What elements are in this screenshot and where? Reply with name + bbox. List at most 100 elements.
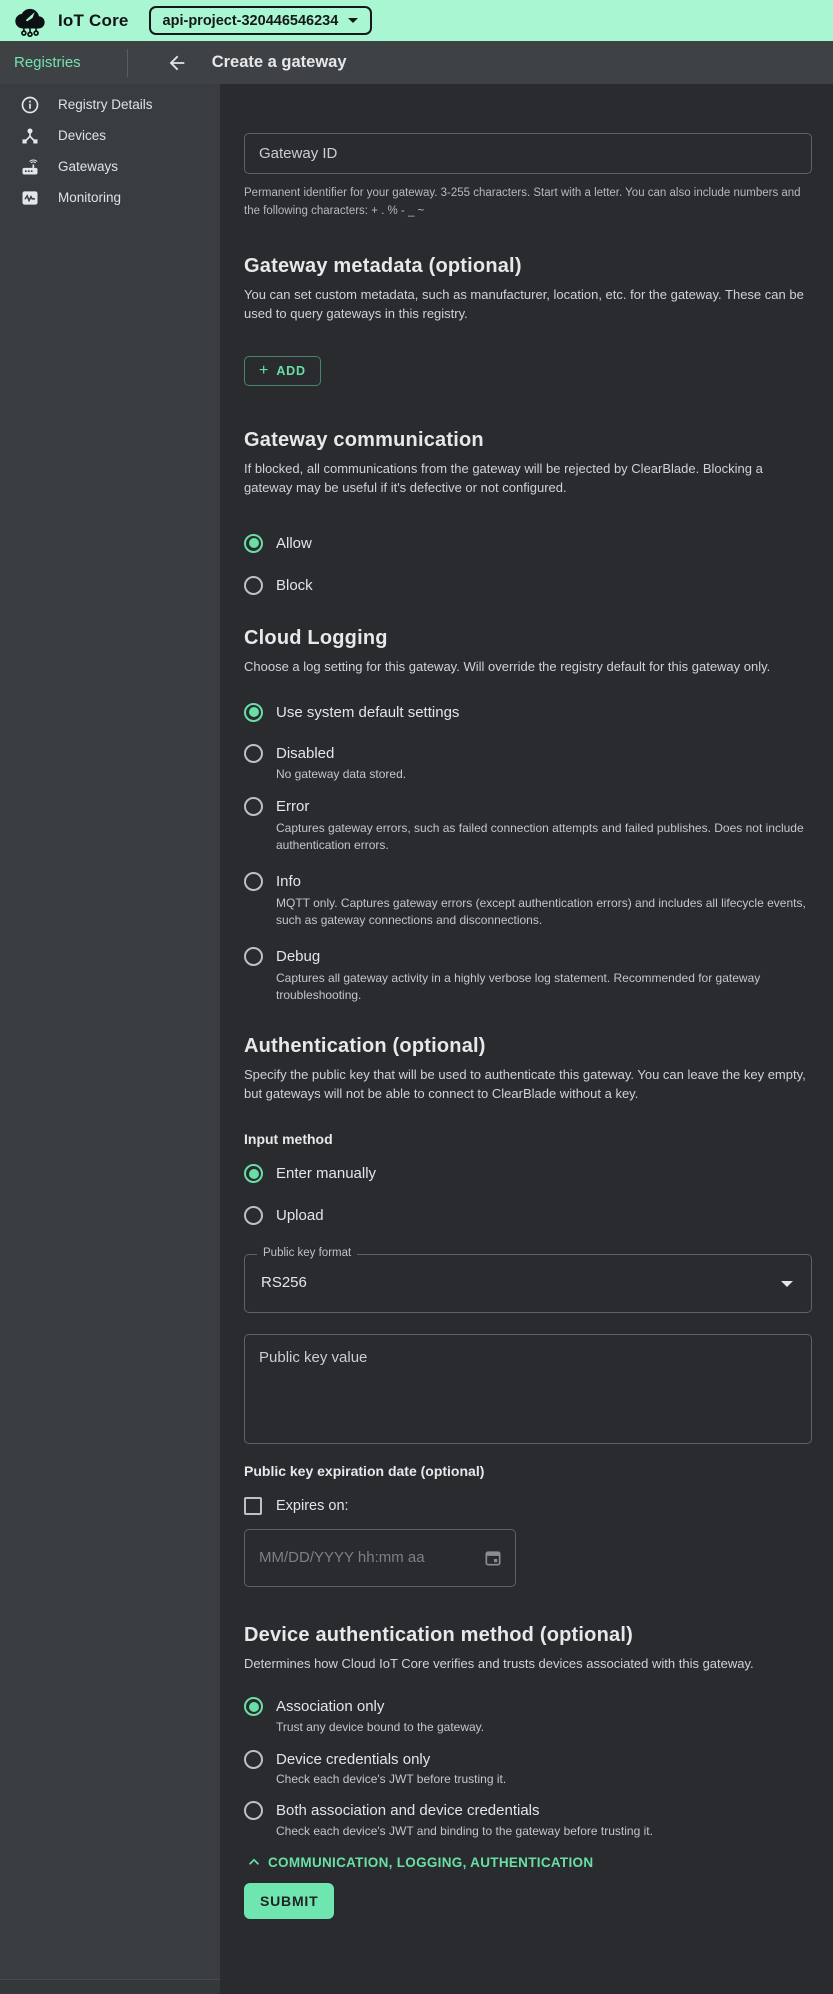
sidebar-item-registry-details[interactable]: Registry Details [0,89,220,120]
public-key-value-textarea[interactable] [244,1334,812,1444]
radio-unselected-icon [244,872,263,891]
radio-description: Trust any device bound to the gateway. [244,1719,812,1737]
metadata-section-description: You can set custom metadata, such as man… [244,285,812,323]
chevron-down-icon [348,18,358,23]
communication-section-description: If blocked, all communications from the … [244,459,812,497]
radio-label: Upload [276,1207,324,1224]
expires-on-checkbox-row[interactable]: Expires on: [244,1496,812,1516]
toggle-link-label: COMMUNICATION, LOGGING, AUTHENTICATION [268,1855,593,1870]
submit-button[interactable]: SUBMIT [244,1883,334,1919]
radio-debug[interactable]: Debug [244,947,812,967]
radio-label: Association only [276,1698,384,1715]
router-icon [20,157,40,177]
radio-description: No gateway data stored. [244,766,812,784]
radio-selected-icon [244,534,263,553]
radio-unselected-icon [244,576,263,595]
sidebar-item-monitoring[interactable]: Monitoring [0,182,220,213]
radio-description: Captures gateway errors, such as failed … [244,820,812,855]
add-button-label: ADD [276,364,305,378]
radio-label: Both association and device credentials [276,1802,540,1819]
radio-use-system-default[interactable]: Use system default settings [244,702,812,722]
radio-block[interactable]: Block [244,575,812,595]
metadata-section-title: Gateway metadata (optional) [244,253,812,279]
project-selector[interactable]: api-project-320446546234 [149,6,373,35]
radio-device-credentials-only[interactable]: Device credentials only [244,1749,812,1769]
authentication-section-title: Authentication (optional) [244,1033,812,1059]
sidebar-item-label: Registry Details [58,97,153,112]
authentication-section-description: Specify the public key that will be used… [244,1065,812,1103]
radio-unselected-icon [244,1206,263,1225]
radio-selected-icon [244,1164,263,1183]
expiration-date-field[interactable] [244,1529,516,1587]
radio-both-association-and-credentials[interactable]: Both association and device credentials [244,1801,812,1821]
select-label: Public key format [257,1247,357,1259]
logging-section-title: Cloud Logging [244,625,812,651]
header-divider [127,49,128,77]
logging-section-description: Choose a log setting for this gateway. W… [244,657,812,676]
radio-enter-manually[interactable]: Enter manually [244,1164,812,1184]
radio-unselected-icon [244,1750,263,1769]
radio-error[interactable]: Error [244,797,812,817]
section-toggle-link[interactable]: COMMUNICATION, LOGGING, AUTHENTICATION [244,1852,812,1872]
radio-label: Disabled [276,745,334,762]
info-icon [20,95,40,115]
add-metadata-button[interactable]: + ADD [244,356,321,386]
radio-unselected-icon [244,1801,263,1820]
sidebar-item-label: Devices [58,128,106,143]
radio-selected-icon [244,703,263,722]
radio-label: Info [276,873,301,890]
radio-label: Error [276,798,309,815]
breadcrumb-registries[interactable]: Registries [14,54,81,71]
sidebar-item-label: Monitoring [58,190,121,205]
radio-label: Block [276,577,313,594]
iot-core-cloud-logo [12,4,48,37]
app-header: IoT Core api-project-320446546234 [0,0,833,41]
device-auth-section-title: Device authentication method (optional) [244,1622,812,1648]
radio-description: Check each device's JWT before trusting … [244,1771,812,1789]
project-selector-label: api-project-320446546234 [163,13,339,29]
radio-association-only[interactable]: Association only [244,1697,812,1717]
select-value: RS256 [261,1274,307,1291]
radio-description: Captures all gateway activity in a highl… [244,970,812,1005]
radio-unselected-icon [244,744,263,763]
calendar-icon[interactable] [483,1548,503,1568]
radio-label: Allow [276,535,312,552]
radio-label: Use system default settings [276,704,459,721]
radio-info[interactable]: Info [244,872,812,892]
chevron-up-icon [244,1852,264,1872]
plus-icon: + [259,363,268,379]
gateway-id-helper: Permanent identifier for your gateway. 3… [244,184,804,220]
sidebar-item-label: Gateways [58,159,118,174]
monitoring-chart-icon [20,188,40,208]
radio-disabled[interactable]: Disabled [244,743,812,763]
public-key-format-select[interactable]: Public key format RS256 [244,1254,812,1313]
radio-description: Check each device's JWT and binding to t… [244,1823,812,1841]
main-panel: Permanent identifier for your gateway. 3… [220,84,833,1994]
radio-label: Device credentials only [276,1751,430,1768]
sidebar-footer-strip [0,1979,220,1994]
radio-upload[interactable]: Upload [244,1206,812,1226]
input-method-label: Input method [244,1130,812,1148]
sidebar-item-gateways[interactable]: Gateways [0,151,220,182]
radio-description: MQTT only. Captures gateway errors (exce… [244,895,812,930]
sidebar-item-devices[interactable]: Devices [0,120,220,151]
product-title: IoT Core [58,11,129,31]
device-auth-section-description: Determines how Cloud IoT Core verifies a… [244,1654,812,1673]
radio-unselected-icon [244,797,263,816]
sidebar: Registry Details Devices Gateways Monito… [0,84,220,1994]
gateway-id-input[interactable] [244,133,812,174]
radio-allow[interactable]: Allow [244,533,812,553]
page-title: Create a gateway [212,53,347,72]
checkbox-label: Expires on: [276,1498,349,1514]
radio-unselected-icon [244,947,263,966]
page-header: Registries Create a gateway [0,41,833,84]
radio-label: Debug [276,948,320,965]
radio-selected-icon [244,1697,263,1716]
chevron-down-icon [781,1281,793,1287]
checkbox-icon[interactable] [244,1497,262,1515]
device-hub-icon [20,126,40,146]
expiration-date-input[interactable] [259,1549,483,1566]
radio-label: Enter manually [276,1165,376,1182]
arrow-back-icon[interactable] [166,52,188,74]
communication-section-title: Gateway communication [244,427,812,453]
